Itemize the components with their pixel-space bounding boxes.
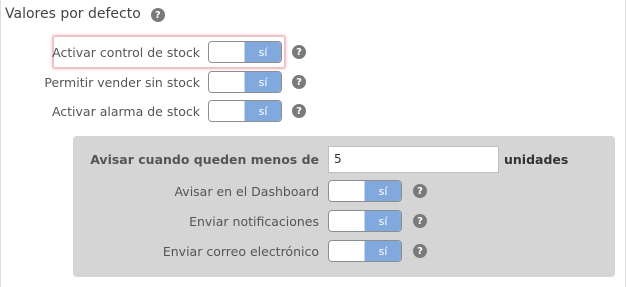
- toggle-off-side: [209, 72, 244, 92]
- unit-label: unidades: [504, 151, 569, 167]
- question-circle-icon[interactable]: ?: [413, 214, 427, 228]
- dashboard-toggle[interactable]: sí: [328, 180, 402, 202]
- option-label: Enviar notificaciones: [189, 213, 319, 229]
- toggle-on-label: sí: [244, 72, 281, 92]
- toggle-off-side: [209, 101, 244, 121]
- question-circle-icon[interactable]: ?: [292, 45, 306, 59]
- toggle-off-side: [329, 211, 364, 231]
- toggle-off-side: [329, 241, 364, 261]
- alarm-option-dashboard: Avisar en el Dashboard sí ?: [80, 179, 427, 203]
- setting-label: Activar alarma de stock: [51, 103, 200, 119]
- setting-row-sell-without-stock: Permitir vender sin stock sí ?: [0, 70, 306, 94]
- toggle-on-label: sí: [364, 211, 401, 231]
- question-circle-icon[interactable]: ?: [150, 8, 165, 22]
- alarm-option-notifications: Enviar notificaciones sí ?: [80, 209, 427, 233]
- question-circle-icon[interactable]: ?: [413, 244, 427, 258]
- stock-alarm-toggle[interactable]: sí: [208, 100, 282, 122]
- setting-row-stock-control: Activar control de stock sí ?: [0, 40, 306, 64]
- toggle-on-label: sí: [244, 42, 281, 62]
- section-header: Valores por defecto ?: [5, 6, 165, 22]
- stock-control-toggle[interactable]: sí: [208, 41, 282, 63]
- alarm-option-email: Enviar correo electrónico sí ?: [80, 239, 427, 263]
- email-toggle[interactable]: sí: [328, 240, 402, 262]
- toggle-off-side: [329, 181, 364, 201]
- section-title: Valores por defecto: [5, 6, 141, 22]
- question-circle-icon[interactable]: ?: [292, 104, 306, 118]
- toggle-off-side: [209, 42, 244, 62]
- question-circle-icon[interactable]: ?: [413, 184, 427, 198]
- toggle-on-label: sí: [364, 181, 401, 201]
- threshold-input[interactable]: 5: [328, 145, 499, 173]
- notifications-toggle[interactable]: sí: [328, 210, 402, 232]
- setting-row-stock-alarm: Activar alarma de stock sí ?: [0, 99, 306, 123]
- setting-label: Permitir vender sin stock: [44, 74, 200, 90]
- sell-without-stock-toggle[interactable]: sí: [208, 71, 282, 93]
- toggle-on-label: sí: [364, 241, 401, 261]
- option-label: Avisar en el Dashboard: [174, 183, 319, 199]
- option-label: Enviar correo electrónico: [162, 243, 319, 259]
- threshold-row: Avisar cuando queden menos de 5 unidades: [80, 145, 568, 173]
- toggle-on-label: sí: [244, 101, 281, 121]
- threshold-label: Avisar cuando queden menos de: [90, 151, 319, 167]
- question-circle-icon[interactable]: ?: [292, 75, 306, 89]
- setting-label: Activar control de stock: [52, 44, 200, 60]
